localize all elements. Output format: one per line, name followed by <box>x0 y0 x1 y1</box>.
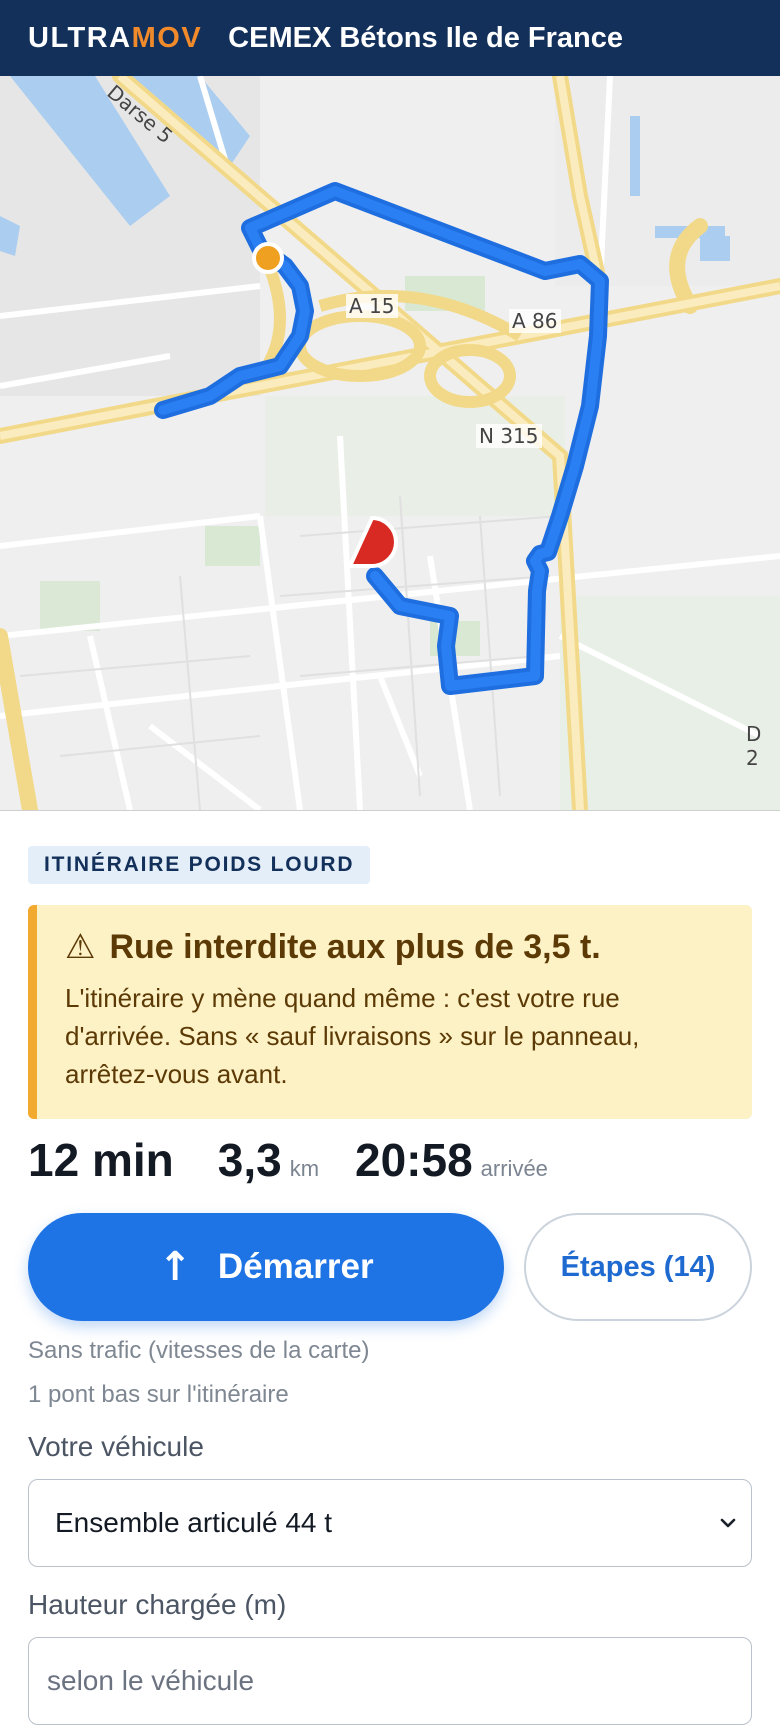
route-stats: 12 min 3,3 km 20:58 arrivée <box>28 1133 752 1195</box>
alert-body: L'itinéraire y mène quand même : c'est v… <box>65 983 640 1089</box>
alert-title-text: Rue interdite aux plus de 3,5 t. <box>109 927 601 966</box>
distance-value: 3,3 <box>217 1134 282 1186</box>
restriction-alert: ⚠ Rue interdite aux plus de 3,5 t. L'iti… <box>28 905 752 1119</box>
vehicle-selected-value: Ensemble articulé 44 t <box>55 1507 333 1538</box>
duration-value: 12 min <box>28 1134 174 1186</box>
alert-title: ⚠ Rue interdite aux plus de 3,5 t. <box>65 927 726 967</box>
organization-name: CEMEX Bétons Ile de France <box>228 21 623 54</box>
steps-button[interactable]: Étapes (14) <box>524 1213 752 1321</box>
brand-logo[interactable]: ULTRAMOV <box>28 22 202 55</box>
arrival-time: 20:58 <box>355 1134 473 1186</box>
vehicle-select[interactable]: Ensemble articulé 44 t <box>28 1479 752 1567</box>
vehicle-label: Votre véhicule <box>28 1431 204 1462</box>
height-input[interactable] <box>28 1637 752 1725</box>
map-label-d2: D 2 <box>746 722 762 770</box>
map-canvas <box>0 76 780 810</box>
route-panel: ITINÉRAIRE POIDS LOURD ⚠ Rue interdite a… <box>28 846 752 1725</box>
brand-part1: ULTRA <box>28 21 132 54</box>
distance-unit: km <box>289 1156 320 1181</box>
chevron-down-icon <box>720 1518 736 1528</box>
arrow-up-icon: ↑ <box>158 1244 192 1290</box>
action-row: ↑ Démarrer Étapes (14) <box>28 1213 752 1321</box>
brand-part2: MOV <box>131 21 203 54</box>
app-header: ULTRAMOV CEMEX Bétons Ile de France <box>0 0 780 76</box>
height-label: Hauteur chargée (m) <box>28 1589 287 1620</box>
map-label-a86: A 86 <box>509 309 561 333</box>
arrival-label: arrivée <box>480 1156 548 1181</box>
bridge-note: 1 pont bas sur l'itinéraire <box>28 1381 289 1408</box>
start-button[interactable]: ↑ Démarrer <box>28 1213 504 1321</box>
route-type-tag: ITINÉRAIRE POIDS LOURD <box>28 846 371 884</box>
map-label-a15: A 15 <box>346 294 398 318</box>
traffic-note: Sans trafic (vitesses de la carte) <box>28 1337 370 1364</box>
route-map[interactable]: Darse 5 A 15 A 86 N 315 D 2 <box>0 76 780 811</box>
warning-icon: ⚠ <box>65 927 96 967</box>
start-button-label: Démarrer <box>217 1247 374 1286</box>
map-label-n315: N 315 <box>476 424 542 448</box>
